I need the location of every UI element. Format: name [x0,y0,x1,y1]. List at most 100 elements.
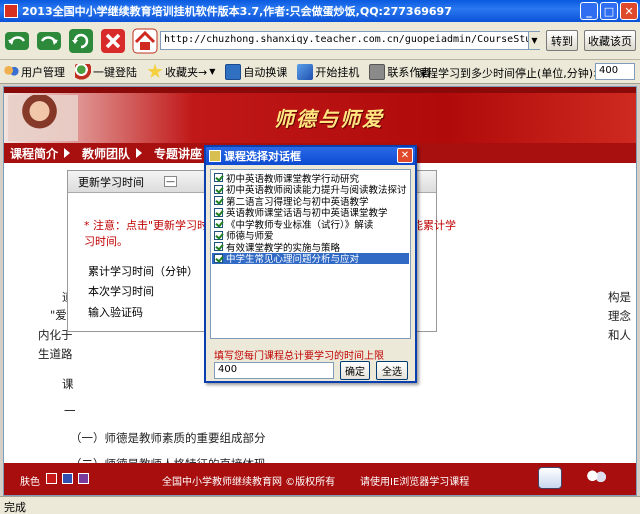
status-text: 完成 [4,501,26,514]
confirm-button[interactable]: 确定 [340,361,370,380]
favorite-page-button[interactable]: 收藏该页 [584,30,636,51]
body-text-fragment: 一 [64,404,76,418]
captcha-label: 输入验证码 [88,306,143,319]
dialog-titlebar: 课程选择对话框 [206,147,415,165]
auto-switch-course-label: 自动换课 [243,65,288,79]
course-checkbox[interactable] [214,230,223,240]
course-list-item[interactable]: 《中学教师专业标准（试行）》解读 [212,218,409,230]
user-manage-button[interactable]: 用户管理 [3,63,65,80]
start-icon [297,63,314,80]
skin-blue-swatch[interactable] [62,473,73,484]
stop-button[interactable] [98,25,128,57]
goto-button[interactable]: 转到 [546,30,578,51]
course-list-item[interactable]: 初中英语教师课堂教学行动研究 [212,172,409,184]
course-label: 初中英语教师课堂教学行动研究 [226,173,360,184]
course-checkbox[interactable] [214,207,223,217]
navigation-toolbar: http://chuzhong.shanxiqy.teacher.com.cn/… [0,22,640,60]
message-icon[interactable] [538,467,562,489]
body-text-fragment: 和人 [608,328,631,342]
course-select-dialog: 课程选择对话框 ✕ 初中英语教师课堂教学行动研究 初中英语教师阅读能力提升与阅读教… [204,145,417,383]
course-list-item[interactable]: 中学生常见心理问题分析与应对 [212,252,409,264]
status-bar: 完成 [0,496,640,514]
start-idle-label: 开始挂机 [315,65,360,79]
start-idle-button[interactable]: 开始挂机 [297,63,360,80]
maximize-button[interactable]: □ [600,2,618,20]
minimize-button[interactable]: _ [580,2,598,20]
tab-course-intro-label: 课程简介 [10,146,59,161]
course-label: 英语教师课堂话语与初中英语课堂教学 [226,208,388,218]
course-label: 初中英语教师阅读能力提升与阅读教法探讨 [226,185,407,195]
auto-switch-course-button[interactable]: 自动换课 [225,63,288,80]
course-checkbox[interactable] [214,253,223,263]
tab-course-intro[interactable]: 课程简介 [10,145,71,162]
address-input[interactable]: http://chuzhong.shanxiqy.teacher.com.cn/… [160,31,540,50]
favorites-menu-button[interactable]: 收藏夹→ ▼ [147,63,216,80]
address-dropdown-icon[interactable]: ▼ [528,32,540,49]
skin-purple-swatch[interactable] [78,473,89,484]
window-controls: _ □ ✕ [580,2,638,20]
window-title: 2013全国中小学继续教育培训挂机软件版本3.7,作者:只会做蛋炒饭,QQ:27… [22,5,452,18]
tab-teacher-team[interactable]: 教师团队 [82,145,143,162]
banner-title: 师德与师爱 [274,107,384,131]
people-icon[interactable] [584,467,608,489]
refresh-button[interactable] [66,25,96,57]
home-icon [132,28,158,53]
course-checkbox[interactable] [214,219,223,229]
body-text-fragment: 课 [62,377,74,391]
forward-button[interactable] [34,25,64,57]
course-list-item[interactable]: 师德与师爱 [212,230,409,241]
tab-lectures-label: 专题讲座 [154,146,203,161]
body-text-fragment: 构是 [608,290,631,304]
tab-arrow-icon [136,148,143,158]
chevron-down-icon: ▼ [209,67,216,76]
tab-lectures[interactable]: 专题讲座 [154,145,202,162]
skin-label: 肤色 [20,477,40,488]
teacher-illustration [8,95,78,141]
course-checkbox[interactable] [214,242,223,252]
course-label: 《中学教师专业标准（试行）》解读 [226,219,374,230]
tab-arrow-icon [64,148,71,158]
function-toolbar: 用户管理 一键登陆 收藏夹→ ▼ 自动换课 开始挂机 联系作者 课程学习到多少时… [0,60,640,84]
course-checkbox[interactable] [214,184,223,194]
switch-course-icon [225,63,242,80]
refresh-icon [69,28,93,53]
user-manage-label: 用户管理 [21,65,65,79]
course-label: 师德与师爱 [226,231,274,241]
course-label: 中学生常见心理问题分析与应对 [226,254,360,264]
one-click-login-button[interactable]: 一键登陆 [75,63,137,80]
update-panel-title: 更新学习时间 [78,175,144,189]
select-all-button[interactable]: 全选 [376,361,408,380]
total-study-time-label: 累计学习时间（分钟） [88,265,198,278]
course-list-item[interactable]: 第二语言习得理论与初中英语教学 [212,195,409,207]
course-listbox[interactable]: 初中英语教师课堂教学行动研究 初中英语教师阅读能力提升与阅读教法探讨 第二语言习得理… [210,169,411,339]
stop-time-label: 课程学习到多少时间停止(单位,分钟)>> [416,67,612,80]
stop-x-icon [101,28,125,53]
time-limit-input[interactable]: 400 [214,362,334,379]
course-label: 第二语言习得理论与初中英语教学 [226,196,369,207]
window-titlebar: 2013全国中小学继续教育培训挂机软件版本3.7,作者:只会做蛋炒饭,QQ:27… [0,0,640,22]
dialog-close-button[interactable]: ✕ [397,148,413,163]
one-click-login-label: 一键登陆 [93,65,137,79]
update-note: * 注意：点击"更新学习时间 [84,219,220,232]
page-footer: 肤色 全国中小学教师继续教育网 ©版权所有 请使用IE浏览器学习课程 [4,463,636,495]
current-study-time-label: 本次学习时间 [88,285,154,298]
course-list-item[interactable]: 英语教师课堂话语与初中英语课堂教学 [212,207,409,218]
section-heading: （一）师德是教师素质的重要组成部分 [70,431,266,445]
course-list-item[interactable]: 初中英语教师阅读能力提升与阅读教法探讨 [212,184,409,195]
course-checkbox[interactable] [214,173,223,183]
course-label: 有效课堂教学的实施与策略 [226,242,341,253]
course-list-item[interactable]: 有效课堂教学的实施与策略 [212,241,409,253]
home-button[interactable] [130,25,160,57]
course-banner: 师德与师爱 [4,93,636,143]
stop-time-input[interactable]: 400 [595,63,635,80]
time-limit-label: 填写您每门课程总计要学习的时间上限 [214,351,384,362]
collapse-button[interactable]: — [164,176,177,187]
course-checkbox[interactable] [214,196,223,206]
users-icon [3,63,19,80]
favorites-star-icon [147,63,163,79]
back-button[interactable] [2,25,32,57]
update-note-end: 习时间。 [84,235,128,248]
close-button[interactable]: ✕ [620,2,638,20]
skin-red-swatch[interactable] [46,473,57,484]
app-icon [4,4,18,18]
